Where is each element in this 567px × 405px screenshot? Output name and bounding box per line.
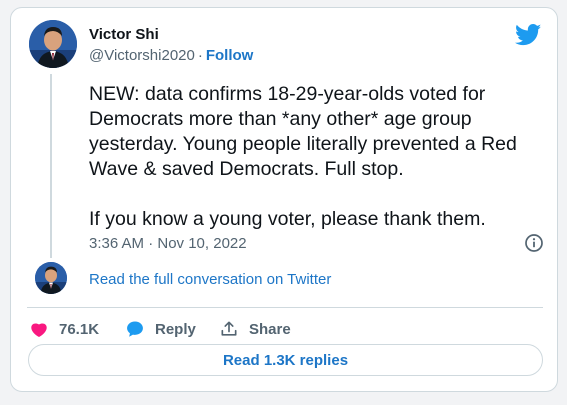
read-replies-button[interactable]: Read 1.3K replies	[28, 344, 543, 376]
heart-icon	[31, 323, 47, 337]
info-icon[interactable]	[524, 233, 544, 253]
author-handle-row: @Victorshi2020 · Follow	[89, 47, 253, 64]
twitter-bird-icon[interactable]	[515, 24, 542, 46]
reply-button[interactable]: Reply	[125, 319, 219, 339]
share-label: Share	[249, 320, 291, 338]
author-name[interactable]: Victor Shi	[89, 26, 159, 43]
tweet-card: Victor Shi @Victorshi2020 · Follow NEW: da…	[10, 7, 558, 392]
tweet-text: NEW: data confirms 18-29-year-olds voted…	[89, 83, 517, 230]
follow-link[interactable]: Follow	[206, 47, 254, 64]
separator-dot: ·	[197, 47, 203, 64]
conversation-avatar[interactable]	[35, 262, 67, 294]
share-button[interactable]: Share	[219, 319, 291, 339]
reply-bubble-icon	[127, 321, 143, 337]
divider	[27, 307, 543, 308]
reply-label: Reply	[155, 320, 196, 338]
read-conversation-link[interactable]: Read the full conversation on Twitter	[89, 271, 331, 288]
author-avatar[interactable]	[29, 20, 77, 68]
share-icon	[221, 321, 237, 336]
like-button[interactable]: 76.1K	[29, 319, 125, 339]
tweet-timestamp[interactable]: 3:36 AM · Nov 10, 2022	[89, 235, 247, 252]
thread-line	[50, 74, 52, 258]
like-count: 76.1K	[59, 320, 100, 338]
action-bar: 76.1K Reply Share	[29, 315, 291, 343]
author-handle[interactable]: @Victorshi2020	[89, 47, 195, 64]
